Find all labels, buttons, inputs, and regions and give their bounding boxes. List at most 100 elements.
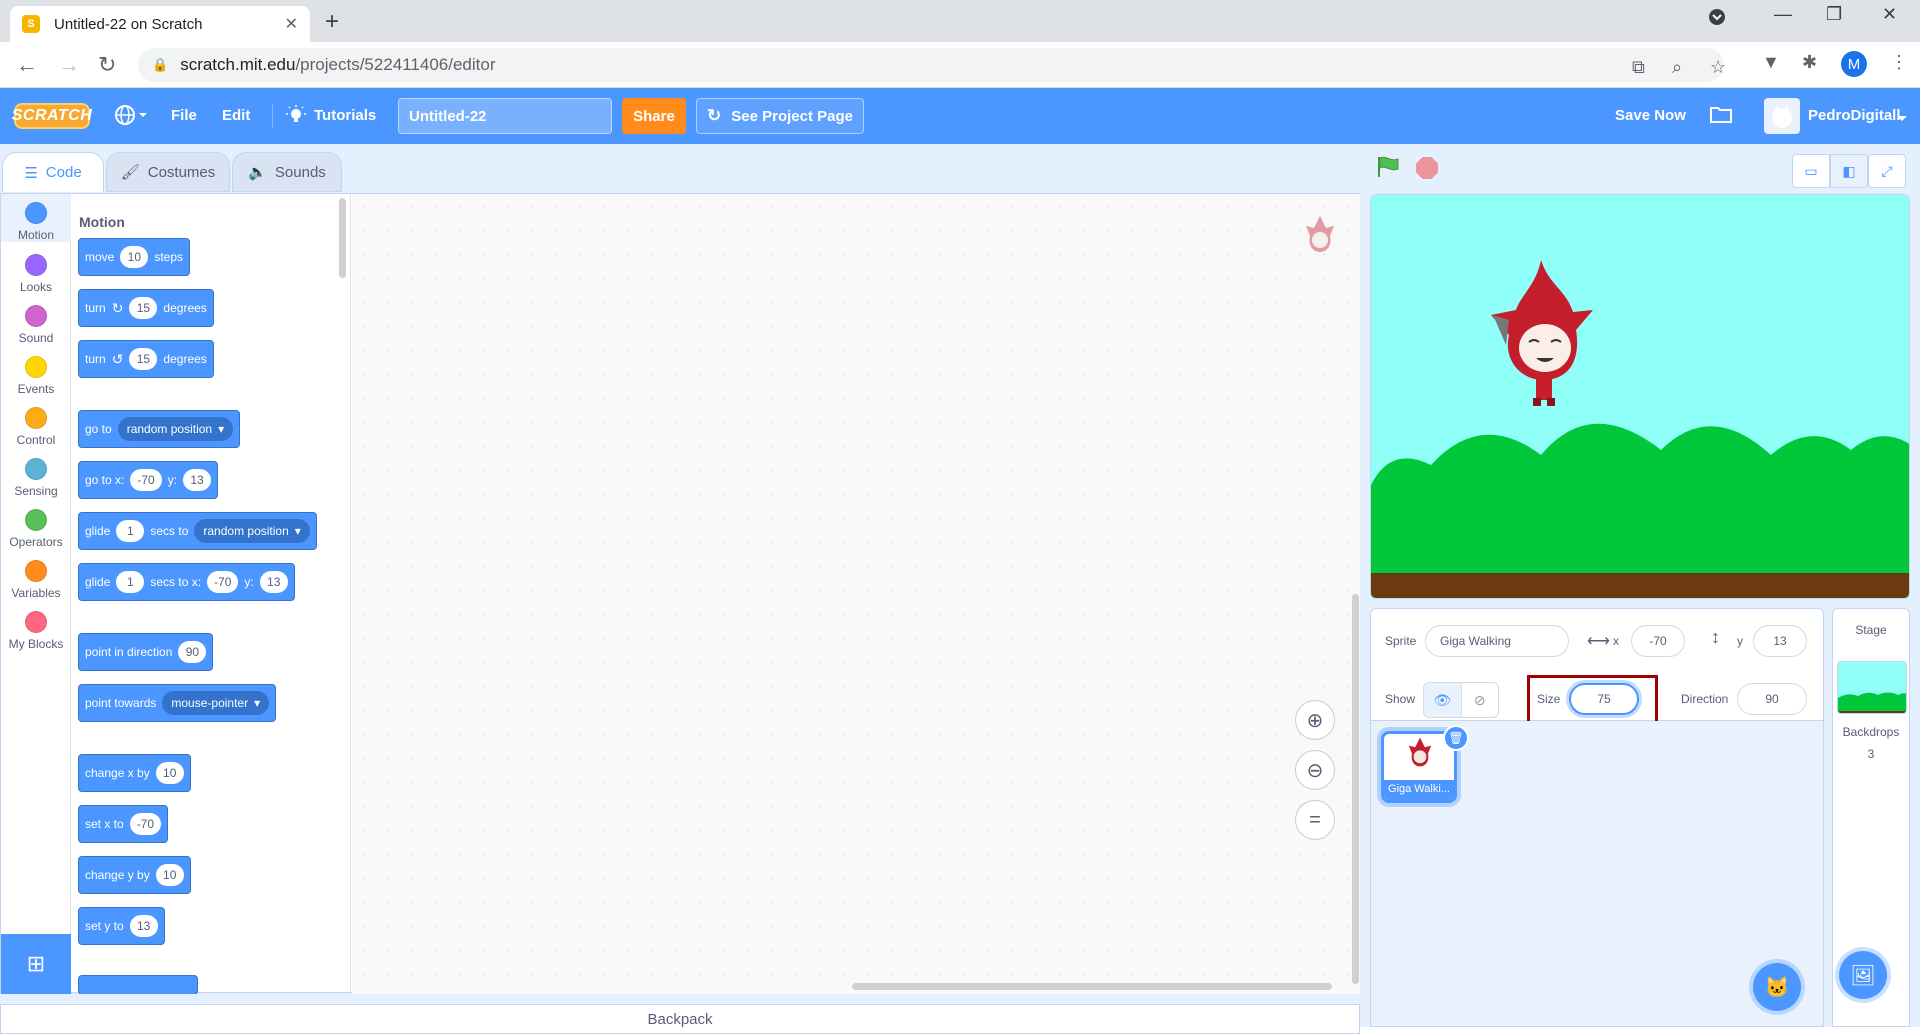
backpack-header[interactable]: Backpack (0, 1004, 1360, 1034)
block-move-steps[interactable]: move 10 steps (78, 238, 191, 276)
edit-menu[interactable]: Edit (222, 107, 250, 124)
block-go-to-xy[interactable]: go to x: -70 y: 13 (78, 461, 219, 499)
category-events[interactable]: Events (1, 356, 71, 396)
see-project-page-button[interactable]: ↻ See Project Page (696, 98, 864, 134)
script-area[interactable]: ⊕ ⊖ = (352, 194, 1360, 994)
minimize-icon[interactable]: — (1774, 4, 1792, 25)
browser-tab[interactable]: S Untitled-22 on Scratch ✕ (10, 6, 310, 42)
user-avatar[interactable] (1764, 98, 1800, 134)
extension-v-icon[interactable]: ▼ (1762, 52, 1780, 73)
block-input[interactable]: 10 (120, 246, 149, 268)
profile-avatar[interactable]: M (1841, 51, 1867, 77)
block-partial[interactable] (78, 975, 198, 994)
forward-icon[interactable]: → (58, 52, 80, 78)
block-dropdown[interactable]: random position ▾ (194, 519, 310, 543)
save-now-button[interactable]: Save Now (1615, 107, 1686, 124)
script-area-vscrollbar[interactable] (1352, 594, 1359, 984)
project-title-input[interactable]: Untitled-22 (398, 98, 612, 134)
script-area-hscrollbar[interactable] (852, 983, 1332, 990)
block-input[interactable]: 1 (116, 520, 145, 542)
translate-icon[interactable]: ⧉ (1632, 57, 1645, 78)
browser-menu-icon[interactable]: ⋮ (1890, 52, 1908, 73)
block-dropdown[interactable]: mouse-pointer ▾ (162, 691, 270, 715)
share-button[interactable]: Share (622, 98, 686, 134)
show-hidden-eye-icon[interactable]: ⊘ (1462, 683, 1499, 717)
block-dropdown[interactable]: random position ▾ (117, 417, 234, 441)
bookmark-star-icon[interactable]: ☆ (1710, 57, 1726, 78)
block-go-to[interactable]: go to random position ▾ (78, 410, 241, 448)
green-flag-icon[interactable] (1376, 156, 1402, 178)
block-glide-xy[interactable]: glide 1 secs to x: -70 y: 13 (78, 563, 295, 601)
zoom-reset-button[interactable]: = (1295, 800, 1335, 840)
category-sensing[interactable]: Sensing (1, 458, 71, 498)
block-change-y[interactable]: change y by 10 (78, 856, 191, 894)
size-input[interactable]: 75 (1569, 683, 1639, 715)
block-input[interactable]: 10 (155, 762, 184, 784)
block-point-towards[interactable]: point towards mouse-pointer ▾ (78, 684, 277, 722)
file-menu[interactable]: File (171, 107, 197, 124)
block-input[interactable]: 1 (116, 571, 145, 593)
zoom-in-button[interactable]: ⊕ (1295, 700, 1335, 740)
delete-sprite-trash-icon[interactable]: 🗑 (1443, 725, 1469, 751)
choose-backdrop-button[interactable]: 🖼 (1839, 951, 1887, 999)
category-control[interactable]: Control (1, 407, 71, 447)
block-point-in-direction[interactable]: point in direction 90 (78, 633, 214, 671)
account-caret-icon[interactable] (1896, 110, 1908, 127)
category-my-blocks[interactable]: My Blocks (1, 611, 71, 651)
block-input[interactable]: 13 (129, 915, 158, 937)
add-extension-button[interactable]: ⊞ (1, 934, 71, 994)
fullscreen-button[interactable]: ⤢ (1868, 154, 1906, 188)
small-stage-button[interactable]: ▭ (1792, 154, 1830, 188)
block-input[interactable]: -70 (207, 571, 239, 593)
block-glide-to[interactable]: glide 1 secs to random position ▾ (78, 512, 317, 550)
stage-canvas[interactable] (1370, 194, 1910, 599)
category-variables[interactable]: Variables (1, 560, 71, 600)
back-icon[interactable]: ← (16, 52, 38, 78)
restore-icon[interactable]: ❐ (1826, 4, 1842, 25)
block-input[interactable]: 13 (183, 469, 212, 491)
tutorials-button[interactable]: Tutorials (314, 107, 376, 124)
block-set-y[interactable]: set y to 13 (78, 907, 165, 945)
block-input[interactable]: 13 (259, 571, 288, 593)
my-stuff-folder-icon[interactable] (1710, 104, 1732, 128)
y-position-input[interactable]: 13 (1753, 625, 1807, 657)
category-motion[interactable]: Motion (1, 194, 71, 242)
category-operators[interactable]: Operators (1, 509, 71, 549)
normal-stage-button[interactable]: ◧ (1830, 154, 1868, 188)
block-change-x[interactable]: change x by 10 (78, 754, 191, 792)
block-input[interactable]: 15 (129, 297, 158, 319)
zoom-out-button[interactable]: ⊖ (1295, 750, 1335, 790)
block-input[interactable]: -70 (129, 813, 162, 835)
close-tab-icon[interactable]: ✕ (285, 14, 298, 34)
new-tab-button[interactable]: + (325, 8, 339, 36)
username-menu[interactable]: PedroDigitall (1808, 107, 1901, 124)
sprite-name-input[interactable]: Giga Walking (1425, 625, 1569, 657)
stop-sign-icon[interactable] (1416, 157, 1438, 179)
block-turn-left[interactable]: turn ↺ 15 degrees (78, 340, 214, 378)
tab-costumes[interactable]: 🖌 Costumes (106, 152, 230, 192)
zoom-icon[interactable]: ⌕ (1672, 57, 1682, 78)
block-input[interactable]: 90 (178, 641, 207, 663)
stage-selector[interactable]: Stage Backdrops 3 🖼 (1832, 608, 1910, 1027)
block-input[interactable]: 15 (129, 348, 158, 370)
choose-sprite-button[interactable]: 🐱 (1753, 963, 1801, 1011)
category-looks[interactable]: Looks (1, 254, 71, 294)
language-globe-icon[interactable] (114, 104, 148, 130)
tab-search-icon[interactable] (1708, 8, 1726, 31)
palette-scrollbar[interactable] (339, 198, 346, 278)
reload-icon[interactable]: ↻ (98, 52, 116, 78)
block-turn-right[interactable]: turn ↻ 15 degrees (78, 289, 214, 327)
block-input[interactable]: 10 (155, 864, 184, 886)
direction-input[interactable]: 90 (1737, 683, 1807, 715)
close-window-icon[interactable]: ✕ (1882, 4, 1897, 25)
extensions-puzzle-icon[interactable]: ✱ (1802, 52, 1817, 73)
show-visible-eye-icon[interactable]: 👁 (1424, 683, 1462, 717)
scratch-logo[interactable]: SCRATCH (12, 103, 92, 129)
giga-sprite[interactable] (1481, 260, 1601, 410)
x-position-input[interactable]: -70 (1631, 625, 1685, 657)
address-bar[interactable]: 🔒 scratch.mit.edu /projects/522411406/ed… (138, 48, 1726, 82)
block-set-x[interactable]: set x to -70 (78, 805, 169, 843)
block-input[interactable]: -70 (130, 469, 162, 491)
tab-code[interactable]: ☰ Code (2, 152, 104, 192)
tab-sounds[interactable]: 🔈 Sounds (232, 152, 342, 192)
